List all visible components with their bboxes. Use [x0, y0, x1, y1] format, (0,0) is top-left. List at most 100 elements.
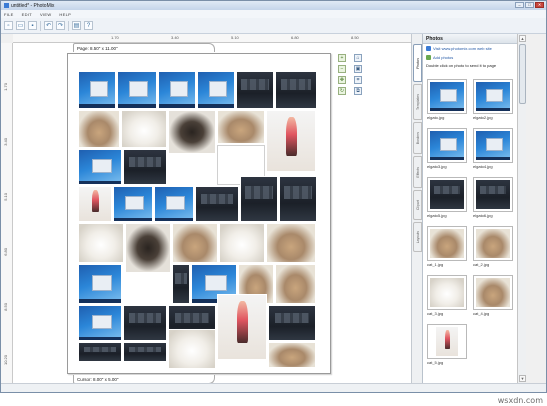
- image-tool-icon[interactable]: ▣: [354, 65, 362, 73]
- page-size-label: Page: 8.50" x 11.00": [73, 43, 215, 52]
- collage-photo[interactable]: [78, 71, 116, 109]
- collage-photo[interactable]: [266, 223, 316, 263]
- collage-photo[interactable]: [168, 110, 216, 154]
- photo-thumbnail[interactable]: cat_1.jpg: [427, 226, 469, 267]
- title-bar: untitled* - PhotoMix – □ ✕: [1, 1, 546, 10]
- collage-photo[interactable]: [275, 264, 316, 304]
- collage-photo[interactable]: [172, 223, 218, 263]
- ruler-tick: 10.20: [3, 355, 8, 366]
- close-button[interactable]: ✕: [535, 2, 544, 8]
- collage-photo[interactable]: [78, 264, 122, 304]
- collage-page[interactable]: [67, 53, 331, 374]
- collage-photo[interactable]: [117, 71, 157, 109]
- help-icon[interactable]: ?: [84, 21, 93, 30]
- collage-photo[interactable]: [78, 149, 122, 185]
- photo-thumbnail[interactable]: cat_3.jpg: [427, 275, 469, 316]
- collage-photo[interactable]: [240, 176, 278, 222]
- photo-thumbnail[interactable]: elgato2.jpg: [473, 79, 515, 120]
- collage-photo[interactable]: [195, 186, 239, 222]
- add-photos-link[interactable]: Add photos: [423, 53, 517, 62]
- tab-clipart[interactable]: Clipart: [413, 190, 422, 220]
- thumbnail-image: [473, 79, 513, 114]
- collage-photo[interactable]: [275, 71, 317, 109]
- tab-effects[interactable]: Effects: [413, 156, 422, 188]
- thumbnail-caption: cat_5.jpg: [427, 360, 444, 365]
- collage-photo[interactable]: [268, 305, 316, 341]
- photo-thumbnail[interactable]: elgato3.jpg: [427, 128, 469, 169]
- collage-photo[interactable]: [78, 110, 120, 148]
- collage-photo[interactable]: [158, 71, 196, 109]
- arrange-icon[interactable]: ⧉: [354, 87, 362, 95]
- menu-view[interactable]: VIEW: [40, 12, 51, 17]
- visit-website-link[interactable]: Visit www.photomix.com web site: [423, 44, 517, 53]
- zoom-in-icon[interactable]: +: [338, 54, 346, 62]
- collage-photo[interactable]: [236, 71, 274, 109]
- thumbnail-photo: [476, 229, 510, 258]
- print-icon[interactable]: ▤: [72, 21, 81, 30]
- save-icon[interactable]: ▪: [28, 21, 37, 30]
- thumbnail-image: [427, 275, 467, 310]
- collage-photo[interactable]: [219, 223, 265, 263]
- ruler-tick: 8.50: [351, 35, 359, 40]
- thumbnail-caption: cat_3.jpg: [427, 311, 444, 316]
- collage-photo[interactable]: [78, 186, 112, 222]
- tab-label: Photos: [415, 57, 420, 69]
- collage-photo[interactable]: [123, 149, 167, 185]
- collage-photo[interactable]: [78, 223, 124, 263]
- move-icon[interactable]: ✥: [338, 76, 346, 84]
- ruler-tick: 1.70: [3, 83, 8, 91]
- minimize-button[interactable]: –: [515, 2, 524, 8]
- tab-borders[interactable]: Borders: [413, 122, 422, 154]
- photo-thumbnail[interactable]: elgato.jpg: [427, 79, 469, 120]
- open-folder-icon[interactable]: ▭: [16, 21, 25, 30]
- thumbnail-image: [427, 128, 467, 163]
- tab-templates[interactable]: Templates: [413, 84, 422, 120]
- collage-photo[interactable]: [154, 186, 194, 222]
- photo-thumbnail[interactable]: cat_4.jpg: [473, 275, 515, 316]
- maximize-button[interactable]: □: [525, 2, 534, 8]
- crop-icon[interactable]: ⌗: [354, 76, 362, 84]
- collage-photo[interactable]: [78, 305, 122, 341]
- tab-layouts[interactable]: Layouts: [413, 222, 422, 252]
- ruler-tick: 8.50: [3, 303, 8, 311]
- menu-file[interactable]: FILE: [4, 12, 14, 17]
- thumbnail-caption: cat_4.jpg: [473, 311, 490, 316]
- tab-photos[interactable]: Photos: [413, 44, 422, 82]
- collage-photo[interactable]: [266, 110, 316, 172]
- thumbnail-image: [473, 226, 513, 261]
- collage-photo[interactable]: [279, 176, 317, 222]
- scroll-down-icon[interactable]: ▼: [519, 375, 526, 382]
- collage-photo[interactable]: [123, 305, 167, 341]
- scroll-up-icon[interactable]: ▲: [519, 35, 526, 42]
- collage-photo[interactable]: [217, 294, 267, 360]
- photo-thumbnail[interactable]: cat_5.jpg: [427, 324, 469, 365]
- thumbnail-photo: [430, 131, 464, 160]
- new-file-icon[interactable]: ▫: [4, 21, 13, 30]
- collage-photo[interactable]: [168, 329, 216, 369]
- collage-photo[interactable]: [78, 342, 122, 362]
- redo-icon[interactable]: ↷: [56, 21, 65, 30]
- window-controls: – □ ✕: [515, 2, 544, 8]
- zoom-out-icon[interactable]: −: [338, 65, 346, 73]
- menu-edit[interactable]: EDIT: [22, 12, 32, 17]
- fit-page-icon[interactable]: ⌂: [354, 54, 362, 62]
- collage-photo[interactable]: [123, 342, 167, 362]
- menu-help[interactable]: HELP: [59, 12, 71, 17]
- collage-photo[interactable]: [125, 223, 171, 273]
- photo-thumbnail[interactable]: elgato5.jpg: [427, 177, 469, 218]
- photo-thumbnail[interactable]: cat_2.jpg: [473, 226, 515, 267]
- photo-thumbnail[interactable]: elgato4.jpg: [473, 128, 515, 169]
- collage-photo[interactable]: [121, 110, 167, 148]
- photo-thumbnail[interactable]: elgato6.jpg: [473, 177, 515, 218]
- rotate-icon[interactable]: ↻: [338, 87, 346, 95]
- collage-photo[interactable]: [217, 110, 265, 144]
- undo-icon[interactable]: ↶: [44, 21, 53, 30]
- collage-canvas[interactable]: Page: 8.50" x 11.00" + ⌂ − ▣ ✥ ⌗ ↻ ⧉ Cur…: [13, 43, 411, 384]
- collage-photo[interactable]: [113, 186, 153, 222]
- collage-photo[interactable]: [268, 342, 316, 368]
- thumbnail-image: [427, 226, 467, 261]
- panel-scrollbar[interactable]: ▲ ▼: [517, 34, 526, 383]
- collage-photo[interactable]: [172, 264, 190, 304]
- collage-photo[interactable]: [197, 71, 235, 109]
- scroll-thumb[interactable]: [519, 44, 526, 104]
